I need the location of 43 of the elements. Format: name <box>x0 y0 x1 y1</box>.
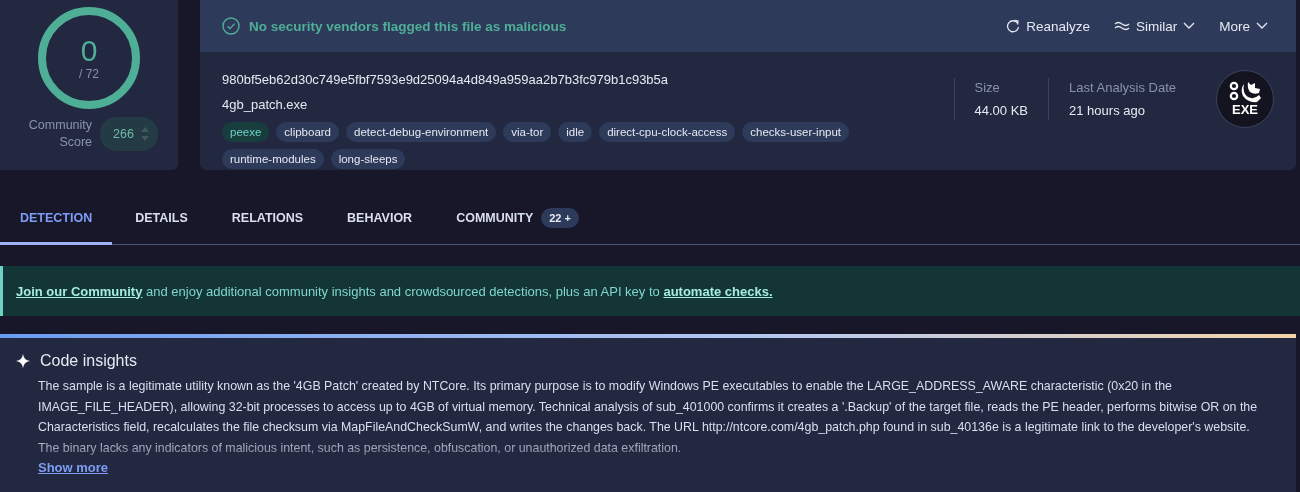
tag-chip[interactable]: via-tor <box>503 122 552 142</box>
community-score-voter[interactable]: 266 <box>100 117 158 151</box>
tab[interactable]: BEHAVIOR <box>326 196 434 245</box>
refresh-icon <box>1006 19 1021 33</box>
meta-value: 44.00 KB <box>974 103 1029 118</box>
tag-chip[interactable]: peexe <box>222 122 270 142</box>
caret-icon <box>1256 22 1268 30</box>
action-button[interactable]: Similar <box>1107 14 1202 38</box>
banner-message: Join our Community and enjoy additional community insights and crowdsourced detections, plus an API key to automate checks. <box>16 283 773 299</box>
tag-chip[interactable]: checks-user-input <box>742 122 850 142</box>
file-name: 4gb_patch.exe <box>222 97 309 112</box>
meta-value: 21 hours ago <box>1069 103 1146 118</box>
engine-total: / 72 <box>79 67 99 81</box>
count-badge: 22 + <box>541 208 579 228</box>
tag-chip[interactable]: idle <box>558 122 593 142</box>
tag-chip[interactable]: runtime-modules <box>222 149 324 169</box>
link[interactable]: automate checks. <box>663 283 773 299</box>
meta-label: Last Analysis Date <box>1069 80 1176 95</box>
show-more-link[interactable]: Show more <box>38 460 109 475</box>
tab[interactable]: RELATIONS <box>210 196 325 245</box>
file-hash[interactable]: 980bf5eb62d30c749e5fbf7593e9d25094a4d849a959aa2b7b3fc979b1c93b5a <box>222 72 954 87</box>
tag-chip[interactable]: detect-debug-environment <box>346 122 497 142</box>
link[interactable]: Join our Community <box>16 283 143 299</box>
tag-chip[interactable]: clipboard <box>276 122 339 142</box>
action-button[interactable]: More <box>1213 14 1274 38</box>
check-circle-icon <box>222 17 240 35</box>
community-score-label: Community Score <box>27 117 93 151</box>
waves-icon <box>1113 20 1130 32</box>
tag-chip[interactable]: long-sleeps <box>330 149 406 169</box>
sparkle-icon <box>16 354 30 368</box>
section-title: Code insights <box>40 352 137 370</box>
tag-chip[interactable]: direct-cpu-clock-access <box>599 122 736 142</box>
detection-count: 0 <box>80 35 98 67</box>
action-button[interactable]: Reanalyze <box>1000 14 1096 38</box>
insights-text: The sample is a legitimate utility known as the '4GB Patch' created by NTCore. Its primary purpose is to modify Windows PE executables to enable the LARGE_ADDRESS_AWARE characteristic (0x20 in the IMAGE_FILE_HEADER), allowing 32-bit processes to access up to 4GB of virtual memory. Technical analysis of sub_401000 confirms it creates a '.Backup' of the target file, reads the PE header, performs bitwise OR on the Characteristics field, recalculates the file checksum via MapFileAndCheckSumW, and writes the changes back. The URL http://ntcore.com/4gb_patch.php found in sub_40136e is a legitimate link to the developer's website. The binary lacks any indicators of malicious intent, such as persistence, obfuscation, or unauthorized data exfiltration. <box>38 378 1259 457</box>
caret-icon <box>1183 22 1196 30</box>
tab[interactable]: DETAILS <box>114 196 209 245</box>
file-type-badge: EXE <box>1216 70 1274 128</box>
gears-icon <box>1228 81 1262 103</box>
status-message: No security vendors flagged this file as malicious <box>249 18 567 34</box>
tab[interactable]: COMMUNITY 22 + <box>435 196 600 245</box>
tab[interactable]: DETECTION <box>0 196 113 245</box>
meta-label: Size <box>974 80 1001 95</box>
